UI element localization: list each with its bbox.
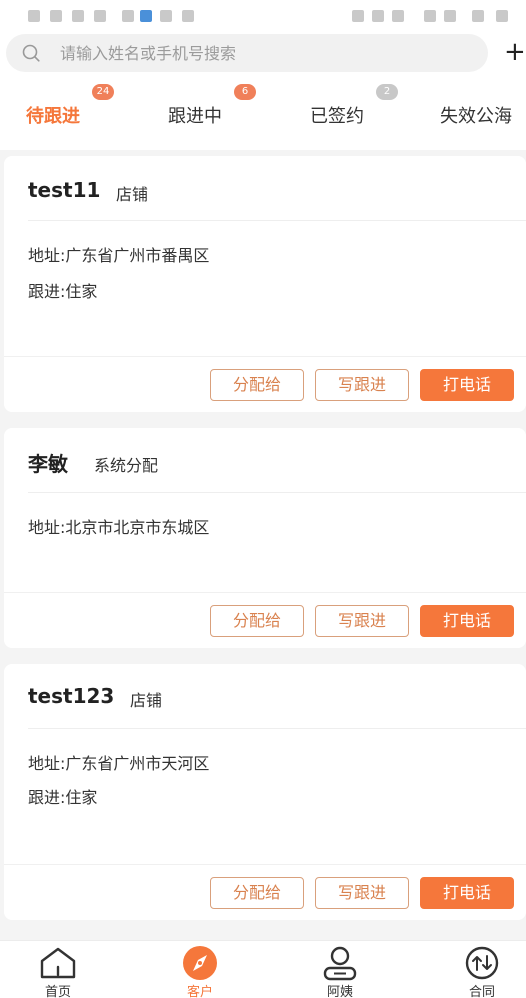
customer-name: test11 (28, 178, 101, 202)
nav-item-contracts[interactable]: 合同 (442, 941, 522, 998)
status-icon (94, 10, 106, 22)
status-icon (122, 10, 134, 22)
status-icon (50, 10, 62, 22)
divider (4, 864, 526, 865)
compass-icon (183, 946, 217, 980)
tab-badge: 24 (92, 84, 114, 100)
add-button[interactable]: + (504, 36, 526, 70)
divider (4, 592, 526, 593)
tab-label: 跟进中 (168, 106, 222, 127)
status-icon (424, 10, 436, 22)
tab-badge: 2 (376, 84, 398, 100)
divider (28, 220, 526, 221)
status-icon (444, 10, 456, 22)
customer-follow-type: 跟进:住家 (28, 788, 98, 807)
assign-button[interactable]: 分配给 (210, 877, 304, 909)
call-button[interactable]: 打电话 (420, 369, 514, 401)
nav-item-customers[interactable]: 客户 (160, 941, 240, 998)
status-icon (496, 10, 508, 22)
assign-button[interactable]: 分配给 (210, 605, 304, 637)
customer-name: test123 (28, 684, 115, 708)
customer-card[interactable]: 李敏 系统分配 地址:北京市北京市东城区 分配给 写跟进 打电话 (4, 428, 526, 648)
tab-label: 已签约 (310, 106, 364, 127)
divider (28, 728, 526, 729)
home-icon (40, 947, 76, 979)
assign-button[interactable]: 分配给 (210, 369, 304, 401)
status-icon (182, 10, 194, 22)
nav-label: 阿姨 (326, 985, 353, 998)
nav-label: 首页 (44, 985, 71, 998)
status-icon (472, 10, 484, 22)
tab-label: 待跟进 (26, 106, 80, 127)
tab-badge: 6 (234, 84, 256, 100)
customer-source-tag: 系统分配 (94, 456, 159, 475)
tab-label: 失效公海 (440, 106, 512, 127)
status-icon (352, 10, 364, 22)
status-bar (0, 0, 526, 30)
customer-source-tag: 店铺 (130, 691, 163, 710)
call-button[interactable]: 打电话 (420, 605, 514, 637)
customer-card[interactable]: test123 店铺 地址:广东省广州市天河区 跟进:住家 分配给 写跟进 打电… (4, 664, 526, 920)
write-follow-up-button[interactable]: 写跟进 (315, 369, 409, 401)
search-input[interactable] (60, 34, 470, 72)
customer-card[interactable]: test11 店铺 地址:广东省广州市番禺区 跟进:住家 分配给 写跟进 打电话 (4, 156, 526, 412)
tab-bar: 待跟进 24 跟进中 6 已签约 2 失效公海 (0, 80, 526, 146)
write-follow-up-button[interactable]: 写跟进 (315, 877, 409, 909)
nav-label: 合同 (468, 985, 495, 998)
nav-item-home[interactable]: 首页 (18, 941, 98, 998)
status-icon (372, 10, 384, 22)
call-button[interactable]: 打电话 (420, 877, 514, 909)
person-icon (323, 946, 357, 981)
swap-circle-icon (465, 946, 499, 980)
customer-name: 李敏 (28, 452, 68, 476)
customer-address: 地址:北京市北京市东城区 (28, 518, 210, 537)
status-icon (28, 10, 40, 22)
divider (28, 492, 526, 493)
status-icon (160, 10, 172, 22)
bottom-nav: 首页 客户 阿姨 合同 (0, 940, 526, 998)
status-icon (392, 10, 404, 22)
search-row: + (0, 34, 526, 72)
divider (4, 356, 526, 357)
nav-item-nanny[interactable]: 阿姨 (300, 941, 380, 998)
status-icon (72, 10, 84, 22)
nav-label: 客户 (186, 985, 213, 998)
customer-address: 地址:广东省广州市天河区 (28, 754, 210, 773)
search-icon (22, 44, 40, 62)
customer-follow-type: 跟进:住家 (28, 282, 98, 301)
customer-address: 地址:广东省广州市番禺区 (28, 246, 210, 265)
header-area: + 待跟进 24 跟进中 6 已签约 2 失效公海 (0, 0, 526, 150)
status-icon (140, 10, 152, 22)
search-box[interactable] (6, 34, 488, 72)
write-follow-up-button[interactable]: 写跟进 (315, 605, 409, 637)
customer-source-tag: 店铺 (116, 185, 149, 204)
